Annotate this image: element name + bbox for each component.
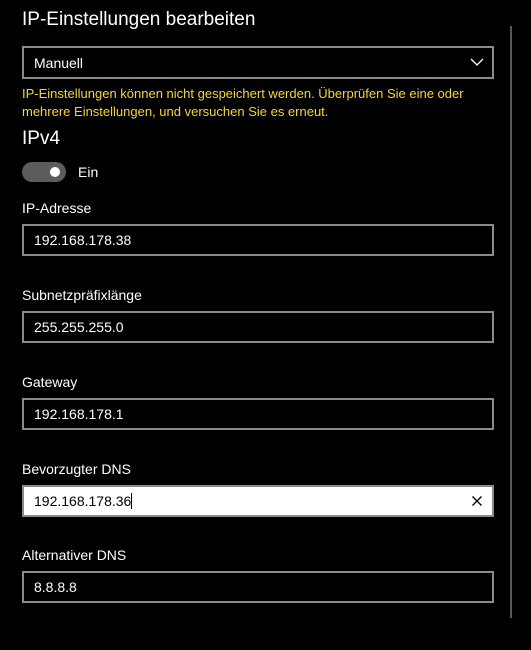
chevron-down-icon — [470, 58, 484, 66]
ip-settings-dialog: IP-Einstellungen bearbeiten Manuell IP-E… — [0, 0, 531, 650]
gateway-label: Gateway — [22, 374, 78, 390]
text-caret — [131, 493, 133, 509]
error-message: IP-Einstellungen können nicht gespeicher… — [22, 86, 464, 119]
scrollbar[interactable] — [510, 26, 512, 618]
close-icon[interactable] — [468, 492, 486, 510]
preferred-dns-label: Bevorzugter DNS — [22, 461, 131, 477]
page-title: IP-Einstellungen bearbeiten — [22, 9, 256, 30]
gateway-input[interactable]: 192.168.178.1 — [22, 398, 494, 430]
preferred-dns-value-wrap: 192.168.178.36 — [34, 493, 133, 509]
alternate-dns-input[interactable]: 8.8.8.8 — [22, 571, 494, 603]
subnet-prefix-value: 255.255.255.0 — [34, 319, 124, 335]
toggle-state-label: Ein — [78, 164, 99, 180]
alternate-dns-label: Alternativer DNS — [22, 547, 127, 563]
toggle-knob — [50, 167, 60, 177]
ip-address-input[interactable]: 192.168.178.38 — [22, 224, 494, 256]
ip-address-value: 192.168.178.38 — [34, 232, 132, 248]
alternate-dns-value: 8.8.8.8 — [34, 579, 77, 595]
subnet-prefix-input[interactable]: 255.255.255.0 — [22, 311, 494, 343]
subnet-prefix-label: Subnetzpräfixlänge — [22, 287, 142, 303]
ip-mode-value: Manuell — [34, 55, 84, 71]
ip-address-label: IP-Adresse — [22, 200, 92, 216]
gateway-value: 192.168.178.1 — [34, 406, 124, 422]
preferred-dns-input[interactable]: 192.168.178.36 — [22, 485, 494, 517]
preferred-dns-value: 192.168.178.36 — [34, 493, 132, 509]
section-title-ipv4: IPv4 — [22, 128, 61, 149]
ip-mode-dropdown[interactable]: Manuell — [22, 46, 494, 79]
ipv4-toggle[interactable] — [22, 162, 66, 182]
